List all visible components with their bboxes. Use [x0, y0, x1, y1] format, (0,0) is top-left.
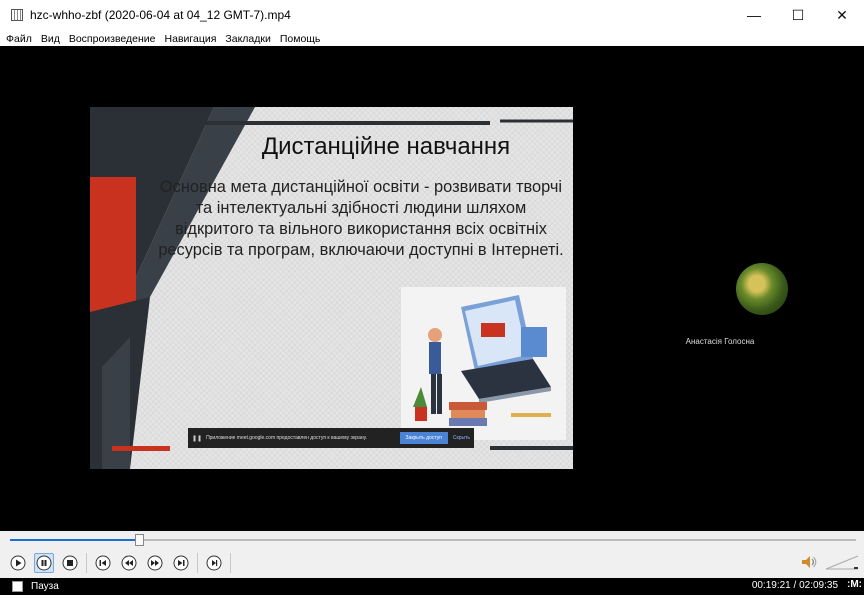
rewind-button[interactable] — [119, 553, 139, 573]
playback-time[interactable]: 00:19:21 / 02:09:35 — [752, 580, 838, 591]
participant-avatar — [736, 263, 788, 315]
forward-button[interactable] — [145, 553, 165, 573]
seek-progress — [10, 539, 139, 541]
status-extra[interactable]: :M: — [847, 579, 862, 590]
hide-notice-link[interactable]: Скрыть — [453, 435, 470, 441]
menu-navigation[interactable]: Навигация — [165, 33, 217, 45]
frame-step-button[interactable] — [204, 553, 224, 573]
pause-button[interactable] — [34, 553, 54, 573]
speaker-icon[interactable] — [800, 553, 818, 571]
participant-name: Анастасія Голосна — [685, 337, 755, 346]
next-button[interactable] — [171, 553, 191, 573]
title-bar: hzc-whho-zbf (2020-06-04 at 04_12 GMT-7)… — [0, 0, 864, 30]
window-title: hzc-whho-zbf (2020-06-04 at 04_12 GMT-7)… — [30, 8, 291, 22]
previous-icon — [95, 555, 111, 571]
presentation-slide: Дистанційне навчання Основна мета дистан… — [90, 107, 573, 469]
window-controls: — ☐ ✕ — [732, 0, 864, 30]
pause-bars-icon: ❚❚ — [192, 435, 203, 442]
video-area[interactable]: Дистанційне навчання Основна мета дистан… — [0, 46, 864, 531]
maximize-button[interactable]: ☐ — [776, 0, 820, 30]
status-bar: Пауза 00:19:21 / 02:09:35 :M: — [0, 578, 864, 595]
menu-playback[interactable]: Воспроизведение — [69, 33, 156, 45]
screen-share-notice: ❚❚ Приложение meet.google.com предоставл… — [188, 428, 474, 448]
screen-share-notice-text: Приложение meet.google.com предоставлен … — [206, 435, 368, 441]
playlist-icon[interactable] — [12, 581, 23, 592]
next-icon — [173, 555, 189, 571]
menu-view[interactable]: Вид — [41, 33, 60, 45]
forward-icon — [147, 555, 163, 571]
separator — [197, 553, 198, 573]
volume-slider[interactable] — [825, 553, 859, 571]
seek-handle[interactable] — [134, 534, 144, 546]
play-icon — [10, 555, 26, 571]
rewind-icon — [121, 555, 137, 571]
playback-status: Пауза — [31, 581, 59, 592]
control-buttons — [8, 552, 237, 574]
menu-bookmarks[interactable]: Закладки — [225, 33, 270, 45]
pause-icon — [36, 555, 52, 571]
slide-body-text: Основна мета дистанційної освіти - розви… — [158, 178, 564, 259]
slide-title: Дистанційне навчання — [261, 133, 511, 160]
stop-sharing-button[interactable]: Закрыть доступ — [399, 432, 448, 444]
vlc-cone-icon — [10, 8, 24, 22]
minimize-button[interactable]: — — [732, 0, 776, 30]
frame-step-icon — [206, 555, 222, 571]
menu-help[interactable]: Помощь — [280, 33, 321, 45]
play-button[interactable] — [8, 553, 28, 573]
stop-button[interactable] — [60, 553, 80, 573]
stop-icon — [62, 555, 78, 571]
laptop-illustration — [401, 287, 566, 440]
menu-file[interactable]: Файл — [6, 33, 32, 45]
menu-bar: Файл Вид Воспроизведение Навигация Закла… — [0, 31, 864, 46]
separator — [230, 553, 231, 573]
playback-controls — [0, 531, 864, 578]
close-button[interactable]: ✕ — [820, 0, 864, 30]
separator — [86, 553, 87, 573]
previous-button[interactable] — [93, 553, 113, 573]
